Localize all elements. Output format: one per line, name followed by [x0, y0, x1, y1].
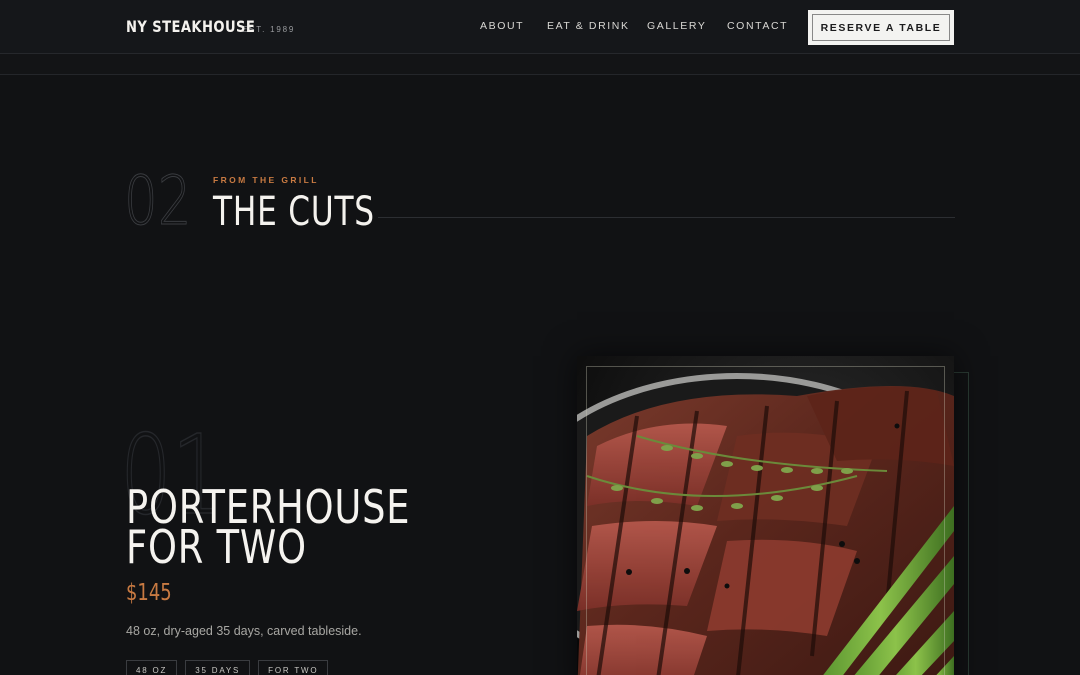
section-eyebrow: FROM THE GRILL — [213, 175, 319, 185]
nav-contact[interactable]: CONTACT — [727, 20, 797, 32]
tag-serving: FOR TWO — [258, 660, 329, 675]
section-number: 02 — [124, 162, 192, 241]
reserve-table-button[interactable]: RESERVE A TABLE — [808, 10, 954, 45]
nav-eat-drink[interactable]: EAT & DRINK — [547, 20, 647, 32]
section-divider — [378, 217, 955, 218]
tag-weight: 48 OZ — [126, 660, 178, 675]
brand[interactable]: NY STEAKHOUSE EST. 1989 — [126, 17, 295, 36]
steak-illustration — [577, 356, 954, 675]
brand-name[interactable]: NY STEAKHOUSE — [126, 17, 255, 36]
tag-aging: 35 DAYS — [185, 660, 251, 675]
item-title: PORTERHOUSE FOR TWO — [126, 484, 410, 570]
item-tags: 48 OZ 35 DAYS FOR TWO — [126, 660, 329, 675]
main-nav: ABOUT EAT & DRINK GALLERY CONTACT — [480, 20, 797, 32]
section-title: THE CUTS — [213, 189, 375, 235]
nav-gallery[interactable]: GALLERY — [647, 20, 727, 32]
item-price: $145 — [126, 580, 172, 606]
item-description: 48 oz, dry-aged 35 days, carved tablesid… — [126, 624, 362, 638]
steak-image — [577, 356, 954, 675]
nav-about[interactable]: ABOUT — [480, 20, 547, 32]
header-subbar — [0, 54, 1080, 75]
